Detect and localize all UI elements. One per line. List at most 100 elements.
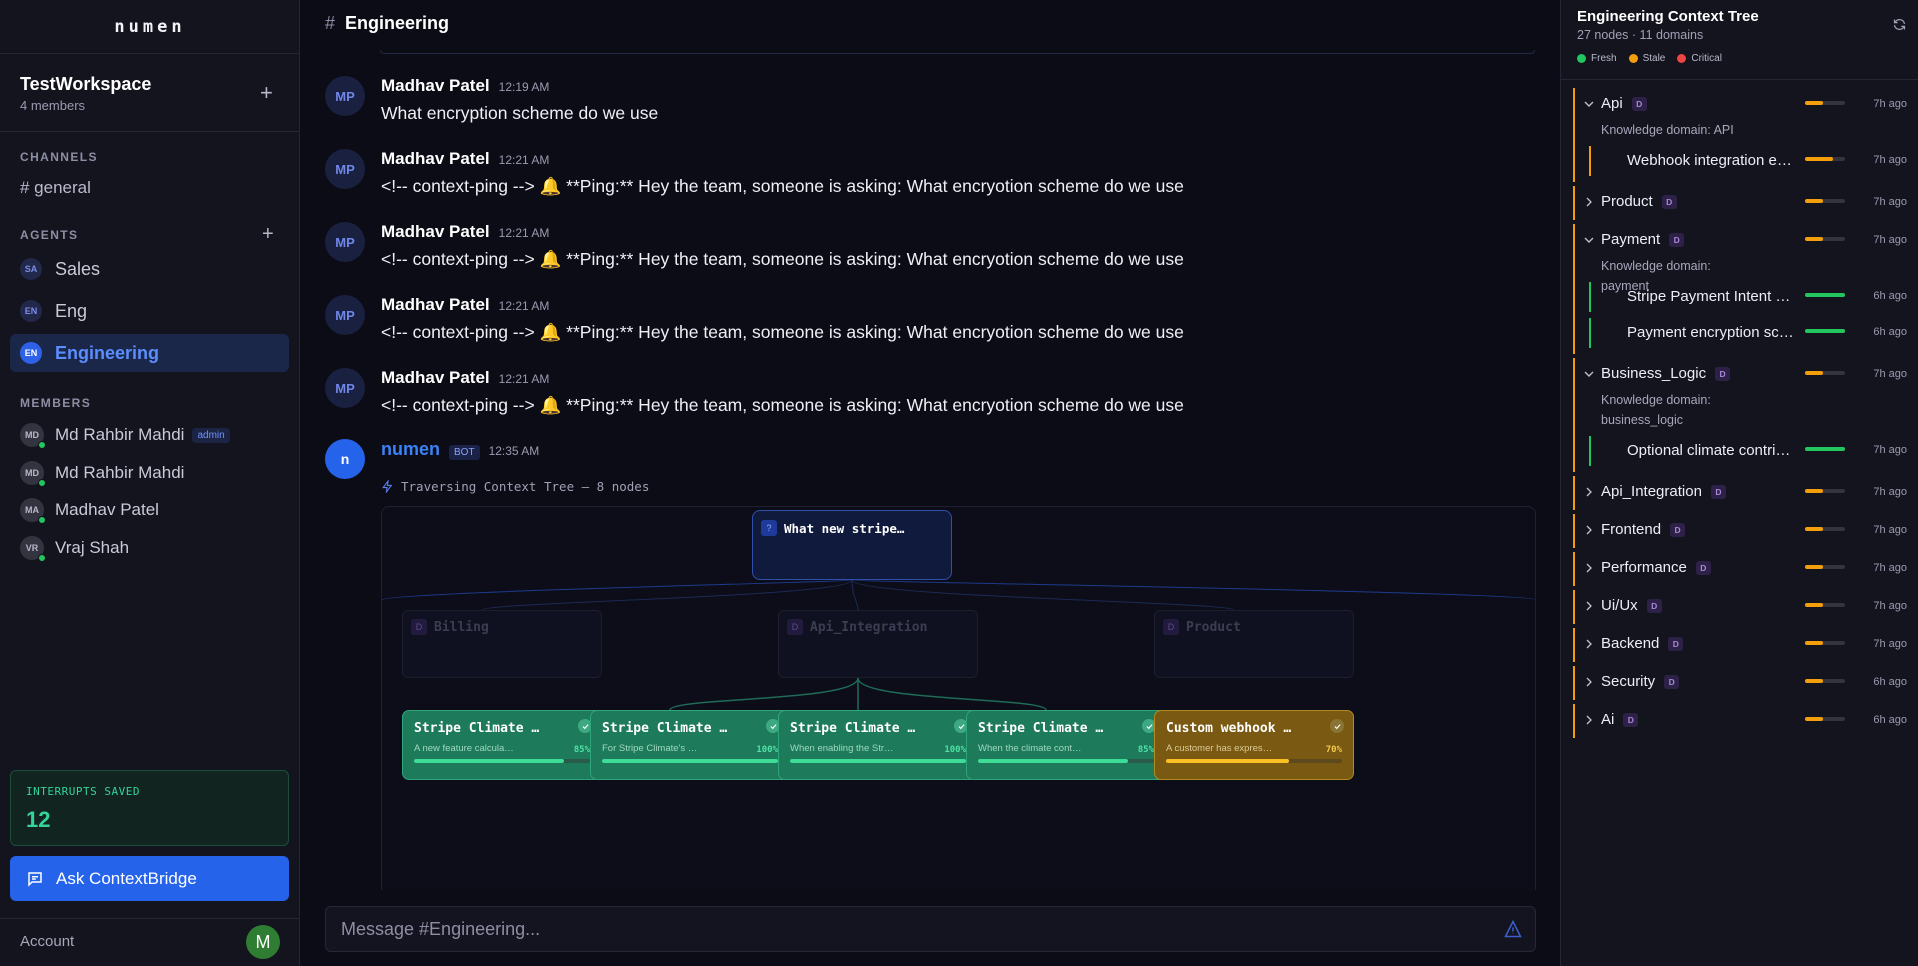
leaf-node-desc: When the climate cont…	[978, 743, 1082, 754]
user-avatar[interactable]: MP	[325, 222, 365, 262]
online-status-icon	[38, 441, 46, 449]
context-tree-header: Engineering Context Tree 27 nodes · 11 d…	[1561, 0, 1918, 80]
freshness-fill	[1805, 447, 1845, 451]
user-avatar[interactable]: MP	[325, 368, 365, 408]
leaf-node[interactable]: Stripe Climate … When the climate cont… …	[966, 710, 1166, 780]
tree-node-label: Payment D	[1601, 231, 1685, 248]
domain-node-api-integration[interactable]: D Api_Integration	[778, 610, 978, 678]
member-item[interactable]: MA Madhav Patel	[20, 495, 159, 525]
tree-node[interactable]: Api D 7h ago Knowledge domain: API Webhook i…	[1573, 88, 1907, 182]
member-item[interactable]: VR Vraj Shah	[20, 533, 129, 563]
chevron-right-icon[interactable]	[1581, 674, 1597, 690]
domain-node-billing[interactable]: D Billing	[402, 610, 602, 678]
leaf-progress-fill	[602, 759, 778, 763]
leaf-node-title: Stripe Climate …	[602, 721, 728, 736]
chevron-right-icon[interactable]	[1581, 560, 1597, 576]
domain-node-label: Api_Integration	[810, 620, 928, 635]
domain-badge: D	[1695, 560, 1711, 575]
tree-node-label: Business_Logic D	[1601, 365, 1731, 382]
legend-fresh: Fresh	[1577, 53, 1617, 64]
chevron-right-icon[interactable]	[1581, 598, 1597, 614]
freshness-fill	[1805, 157, 1833, 161]
domain-badge: D	[1669, 232, 1685, 247]
domain-badge: D	[1623, 712, 1639, 727]
chevron-right-icon[interactable]	[1581, 194, 1597, 210]
message-input[interactable]	[341, 907, 1491, 951]
tree-node-label: Api_Integration D	[1601, 483, 1726, 500]
user-avatar[interactable]: MP	[325, 149, 365, 189]
tree-child-node[interactable]: Webhook integration e… 7h ago	[1589, 146, 1907, 176]
chevron-right-icon[interactable]	[1581, 636, 1597, 652]
message-author[interactable]: Madhav Patel	[381, 76, 490, 96]
domain-node-product[interactable]: D Product	[1154, 610, 1354, 678]
user-avatar[interactable]: MP	[325, 76, 365, 116]
chevron-right-icon[interactable]	[1581, 712, 1597, 728]
stale-dot-icon	[1628, 54, 1638, 63]
tree-node[interactable]: Ui/Ux D 7h ago	[1573, 590, 1907, 624]
tree-node[interactable]: Backend D 7h ago	[1573, 628, 1907, 662]
tree-node[interactable]: Api_Integration D 7h ago	[1573, 476, 1907, 510]
message-text: <!-- context-ping --> 🔔 **Ping:** Hey th…	[381, 395, 1184, 415]
send-icon[interactable]	[1503, 919, 1523, 939]
leaf-node-percent: 85%	[1137, 745, 1154, 755]
tree-node-age: 7h ago	[1873, 524, 1907, 536]
ask-contextbridge-button[interactable]: Ask ContextBridge	[10, 856, 289, 901]
tree-node[interactable]: Business_Logic D 7h ago Knowledge domain: b…	[1573, 358, 1907, 472]
bot-avatar[interactable]: n	[325, 439, 365, 479]
chevron-right-icon[interactable]	[1581, 484, 1597, 500]
leaf-node[interactable]: Stripe Climate … When enabling the Str… …	[778, 710, 978, 780]
freshness-bar	[1805, 293, 1845, 297]
tree-node-age: 7h ago	[1873, 638, 1907, 650]
message-text: <!-- context-ping --> 🔔 **Ping:** Hey th…	[381, 176, 1184, 196]
freshness-fill	[1805, 371, 1823, 375]
tree-node-label: Performance D	[1601, 559, 1711, 576]
chevron-right-icon[interactable]	[1581, 522, 1597, 538]
agent-avatar: SA	[20, 258, 42, 280]
message-author[interactable]: Madhav Patel	[381, 295, 490, 315]
chevron-down-icon[interactable]	[1581, 232, 1597, 248]
account-link[interactable]: Account	[20, 933, 74, 950]
leaf-node[interactable]: Stripe Climate … A new feature calcula… …	[402, 710, 602, 780]
add-workspace-icon[interactable]: +	[260, 82, 273, 104]
message-author[interactable]: Madhav Patel	[381, 149, 490, 169]
agent-item-engineering[interactable]: EN Engineering	[10, 334, 289, 372]
chevron-down-icon[interactable]	[1581, 366, 1597, 382]
member-name: Md Rahbir Mahdi	[55, 463, 185, 482]
workspace-name[interactable]: TestWorkspace	[20, 74, 151, 95]
tree-node-age: 7h ago	[1873, 234, 1907, 246]
tree-child-node[interactable]: Stripe Payment Intent … 6h ago	[1589, 282, 1907, 312]
chevron-down-icon[interactable]	[1581, 96, 1597, 112]
tree-child-age: 6h ago	[1873, 326, 1907, 338]
message-author[interactable]: Madhav Patel	[381, 222, 490, 242]
tree-node[interactable]: Performance D 7h ago	[1573, 552, 1907, 586]
question-icon: ?	[761, 520, 777, 536]
agent-item-eng[interactable]: EN Eng	[10, 292, 289, 330]
message-author[interactable]: Madhav Patel	[381, 368, 490, 388]
account-footer: Account M	[0, 918, 300, 966]
tree-node[interactable]: Security D 6h ago	[1573, 666, 1907, 700]
member-item[interactable]: MD Md Rahbir Mahdi admin	[20, 420, 230, 450]
leaf-node[interactable]: Stripe Climate … For Stripe Climate's … …	[590, 710, 790, 780]
ask-contextbridge-label: Ask ContextBridge	[56, 868, 197, 888]
freshness-bar	[1805, 489, 1845, 493]
leaf-progress-fill	[414, 759, 564, 763]
tree-node[interactable]: Product D 7h ago	[1573, 186, 1907, 220]
bot-name[interactable]: numen	[381, 439, 440, 460]
account-avatar[interactable]: M	[246, 925, 280, 959]
query-node[interactable]: ? What new stripe…	[752, 510, 952, 580]
add-agent-icon[interactable]: +	[262, 224, 274, 244]
agent-item-sales[interactable]: SA Sales	[10, 250, 289, 288]
channel-general[interactable]: # general	[20, 178, 91, 198]
refresh-icon[interactable]	[1892, 17, 1907, 32]
leaf-node-percent: 85%	[573, 745, 590, 755]
domain-badge: D	[1631, 96, 1647, 111]
leaf-node[interactable]: Custom webhook … A customer has expres… …	[1154, 710, 1354, 780]
tree-child-node[interactable]: Payment encryption sc… 6h ago	[1589, 318, 1907, 348]
tree-node[interactable]: Ai D 6h ago	[1573, 704, 1907, 738]
tree-child-node[interactable]: Optional climate contri… 7h ago	[1589, 436, 1907, 466]
tree-node[interactable]: Frontend D 7h ago	[1573, 514, 1907, 548]
user-avatar[interactable]: MP	[325, 295, 365, 335]
tree-node-label: Frontend D	[1601, 521, 1686, 538]
member-item[interactable]: MD Md Rahbir Mahdi	[20, 458, 184, 488]
tree-node[interactable]: Payment D 7h ago Knowledge domain: payment S…	[1573, 224, 1907, 354]
